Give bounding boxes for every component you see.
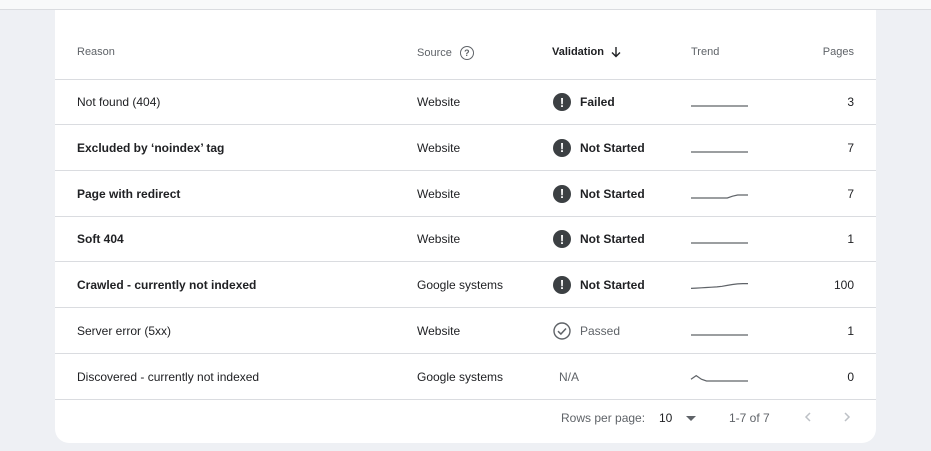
header-pages: Pages xyxy=(823,46,854,58)
row-pages: 100 xyxy=(833,277,854,292)
caret-down-icon xyxy=(686,415,697,421)
trend-line xyxy=(690,374,748,382)
trend-line xyxy=(691,193,748,199)
row-source: Website xyxy=(417,232,461,246)
exclamation-circle-icon: ! xyxy=(553,138,571,157)
header-reason-label: Reason xyxy=(77,46,115,58)
table-body: Not found (404) Website! Failed 3 Excluded b… xyxy=(55,80,876,400)
table-row[interactable]: Crawled - currently not indexed Google sy… xyxy=(55,262,876,308)
header-validation[interactable]: Validation xyxy=(552,46,622,58)
table-row[interactable]: Excluded by ‘noindex’ tag Website! Not Sta… xyxy=(55,125,876,171)
row-validation: ! Not Started xyxy=(553,171,645,216)
row-reason: Not found (404) xyxy=(77,95,161,109)
row-validation-label: Passed xyxy=(580,323,621,338)
trend-sparkline xyxy=(691,150,748,153)
row-trend xyxy=(690,217,750,261)
row-validation: ! Not Started xyxy=(553,217,645,261)
exclamation-circle-icon: ! xyxy=(553,230,571,248)
row-reason: Server error (5xx) xyxy=(77,323,172,338)
check-circle-icon xyxy=(553,321,571,340)
row-pages: 3 xyxy=(847,95,854,109)
exclamation-circle-icon: ! xyxy=(553,93,571,111)
table-header: Reason Source ? Validation Trend Pages xyxy=(55,10,876,80)
row-validation-label: N/A xyxy=(559,369,580,384)
rows-per-page-select[interactable]: 10 xyxy=(659,411,697,425)
table-row[interactable]: Soft 404 Website! Not Started 1 xyxy=(55,217,876,262)
row-validation-label: Not Started xyxy=(580,277,645,292)
pagination-range: 1-7 of 7 xyxy=(729,411,770,425)
pagination-bar: Rows per page: 10 1-7 of 7 xyxy=(55,392,876,442)
row-source: Website xyxy=(417,323,461,338)
help-circle-icon[interactable]: ? xyxy=(459,46,474,60)
row-source: Website xyxy=(417,140,461,155)
row-pages: 7 xyxy=(847,186,854,201)
row-pages: 7 xyxy=(847,140,854,155)
row-validation-label: Not Started xyxy=(580,140,645,155)
next-page-button[interactable] xyxy=(835,405,859,429)
row-validation: Passed xyxy=(553,308,620,353)
row-validation: ! Not Started xyxy=(553,125,645,170)
row-source: Website xyxy=(417,186,461,201)
header-validation-label: Validation xyxy=(552,46,604,58)
row-validation-label: Failed xyxy=(580,95,615,109)
row-reason: Excluded by ‘noindex’ tag xyxy=(77,140,225,155)
row-trend xyxy=(690,171,750,216)
row-trend xyxy=(690,308,750,353)
chevron-right-icon xyxy=(844,412,851,422)
row-reason: Page with redirect xyxy=(77,186,181,201)
header-trend: Trend xyxy=(691,46,719,58)
row-trend xyxy=(690,262,750,307)
issues-table-card: Reason Source ? Validation Trend Pages N… xyxy=(55,10,876,443)
trend-sparkline xyxy=(691,193,748,199)
header-source-label: Source xyxy=(417,47,452,59)
header-source: Source ? xyxy=(417,46,474,60)
trend-sparkline xyxy=(690,282,748,289)
header-trend-label: Trend xyxy=(691,46,720,58)
row-validation-label: Not Started xyxy=(580,186,645,201)
trend-sparkline xyxy=(690,374,748,382)
row-reason: Soft 404 xyxy=(77,232,124,246)
table-row[interactable]: Not found (404) Website! Failed 3 xyxy=(55,80,876,125)
row-validation-label: Not Started xyxy=(580,232,645,246)
rows-per-page-value: 10 xyxy=(659,411,673,425)
table-row[interactable]: Server error (5xx) Website Passed 1 xyxy=(55,308,876,354)
row-validation: ! Failed xyxy=(553,80,615,124)
trend-sparkline xyxy=(691,105,748,107)
exclamation-circle-icon: ! xyxy=(553,184,571,203)
chevron-left-icon xyxy=(804,412,811,422)
top-bar xyxy=(0,0,931,10)
row-source: Website xyxy=(417,95,461,109)
trend-line xyxy=(690,282,748,289)
row-trend xyxy=(690,80,750,124)
row-pages: 1 xyxy=(847,323,854,338)
arrow-down-icon xyxy=(611,47,621,58)
row-source: Google systems xyxy=(417,277,504,292)
header-pages-label: Pages xyxy=(822,46,854,58)
trend-sparkline xyxy=(691,242,748,244)
row-reason: Crawled - currently not indexed xyxy=(77,277,257,292)
header-reason: Reason xyxy=(77,46,115,58)
previous-page-button[interactable] xyxy=(796,405,820,429)
row-pages: 1 xyxy=(847,232,854,246)
rows-per-page-label: Rows per page: xyxy=(561,411,646,425)
row-validation: ! Not Started xyxy=(553,262,645,307)
exclamation-circle-icon: ! xyxy=(553,275,571,294)
row-trend xyxy=(690,125,750,170)
trend-sparkline xyxy=(691,333,748,336)
table-row[interactable]: Page with redirect Website! Not Started 7 xyxy=(55,171,876,217)
